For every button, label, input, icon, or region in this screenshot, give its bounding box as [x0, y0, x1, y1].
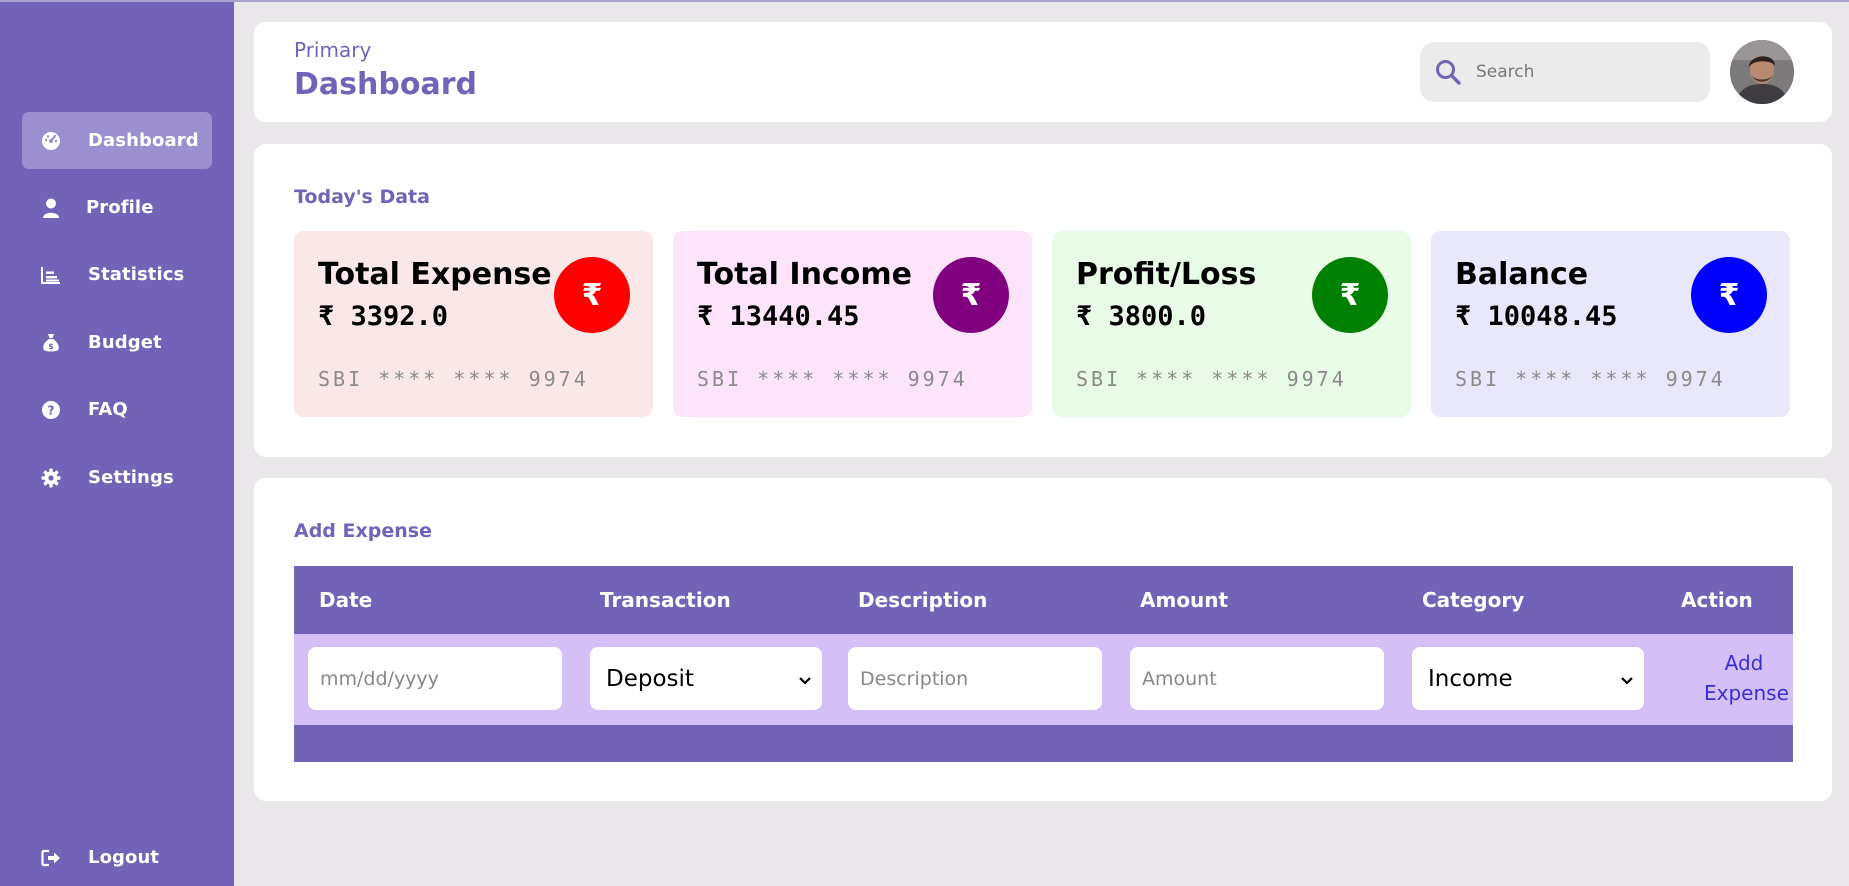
table-footer	[294, 725, 1793, 762]
money-bag-icon: $	[40, 332, 62, 354]
svg-text:$: $	[48, 342, 54, 351]
chevron-down-icon	[798, 666, 812, 692]
sidebar: Dashboard Profile Statistics $ Budget ? …	[0, 2, 234, 886]
column-header-amount: Amount	[1140, 588, 1229, 612]
chevron-down-icon	[1620, 666, 1634, 692]
stat-label: Balance	[1455, 257, 1589, 292]
question-circle-icon: ?	[40, 399, 62, 421]
rupee-icon: ₹	[1312, 257, 1388, 333]
sidebar-item-label: Settings	[88, 467, 174, 488]
stat-label: Total Income	[697, 257, 912, 292]
sidebar-item-label: Logout	[88, 847, 160, 868]
column-header-category: Category	[1422, 588, 1525, 612]
sidebar-item-label: FAQ	[88, 399, 128, 420]
total-income-card: Total Income ₹ 13440.45 SBI **** **** 99…	[673, 231, 1032, 417]
category-select[interactable]: Income	[1412, 647, 1644, 710]
date-input[interactable]	[308, 647, 562, 710]
transaction-select[interactable]: Deposit	[590, 647, 822, 710]
gear-icon	[40, 467, 62, 489]
sidebar-item-profile[interactable]: Profile	[22, 179, 212, 236]
table-header: Date Transaction Description Amount Cate…	[294, 566, 1793, 634]
todays-data-section: Today's Data Total Expense ₹ 3392.0 SBI …	[254, 144, 1832, 457]
amount-input[interactable]	[1130, 647, 1384, 710]
sidebar-item-label: Statistics	[88, 264, 185, 285]
breadcrumb: Primary	[294, 38, 372, 62]
avatar[interactable]	[1730, 40, 1794, 104]
page-header: Primary Dashboard	[254, 22, 1832, 122]
balance-card: Balance ₹ 10048.45 SBI **** **** 9974 ₹	[1431, 231, 1790, 417]
stat-value: ₹ 10048.45	[1455, 301, 1618, 332]
add-expense-table: Date Transaction Description Amount Cate…	[294, 566, 1793, 762]
total-expense-card: Total Expense ₹ 3392.0 SBI **** **** 997…	[294, 231, 653, 417]
stat-account: SBI **** **** 9974	[1076, 367, 1347, 391]
add-expense-button[interactable]: Add Expense	[1704, 648, 1789, 708]
stat-label: Profit/Loss	[1076, 257, 1257, 292]
profit-loss-card: Profit/Loss ₹ 3800.0 SBI **** **** 9974 …	[1052, 231, 1411, 417]
stat-account: SBI **** **** 9974	[318, 367, 589, 391]
sidebar-item-label: Dashboard	[88, 130, 199, 151]
search-box[interactable]	[1420, 42, 1710, 102]
description-input[interactable]	[848, 647, 1102, 710]
table-row: Deposit Income Add Expense	[294, 634, 1793, 725]
section-title: Today's Data	[294, 186, 430, 208]
column-header-transaction: Transaction	[600, 588, 731, 612]
stat-value: ₹ 13440.45	[697, 301, 860, 332]
add-expense-button-line2: Expense	[1704, 681, 1789, 705]
window-top-border	[0, 0, 1849, 2]
stat-account: SBI **** **** 9974	[1455, 367, 1726, 391]
bar-chart-icon	[40, 264, 62, 286]
sidebar-item-statistics[interactable]: Statistics	[22, 246, 212, 303]
sidebar-item-faq[interactable]: ? FAQ	[22, 381, 212, 438]
rupee-icon: ₹	[1691, 257, 1767, 333]
sidebar-item-label: Budget	[88, 332, 162, 353]
section-title: Add Expense	[294, 520, 432, 542]
stat-account: SBI **** **** 9974	[697, 367, 968, 391]
category-selected-value: Income	[1428, 665, 1513, 692]
stat-value: ₹ 3392.0	[318, 301, 449, 332]
column-header-action: Action	[1681, 588, 1753, 612]
add-expense-section: Add Expense Date Transaction Description…	[254, 478, 1832, 801]
rupee-icon: ₹	[554, 257, 630, 333]
user-icon	[40, 197, 62, 219]
search-input[interactable]	[1476, 62, 1686, 82]
add-expense-button-line1: Add	[1724, 651, 1764, 675]
svg-text:?: ?	[48, 403, 55, 417]
stat-label: Total Expense	[318, 257, 552, 292]
sidebar-item-logout[interactable]: Logout	[22, 829, 212, 886]
column-header-date: Date	[319, 588, 373, 612]
sidebar-item-label: Profile	[86, 197, 154, 218]
transaction-selected-value: Deposit	[606, 665, 694, 692]
logout-icon	[40, 847, 62, 869]
page-title: Dashboard	[294, 67, 477, 102]
sidebar-item-dashboard[interactable]: Dashboard	[22, 112, 212, 169]
gauge-icon	[40, 130, 62, 152]
search-icon	[1434, 58, 1462, 86]
stat-value: ₹ 3800.0	[1076, 301, 1207, 332]
sidebar-item-budget[interactable]: $ Budget	[22, 314, 212, 371]
column-header-description: Description	[858, 588, 988, 612]
rupee-icon: ₹	[933, 257, 1009, 333]
sidebar-item-settings[interactable]: Settings	[22, 449, 212, 506]
